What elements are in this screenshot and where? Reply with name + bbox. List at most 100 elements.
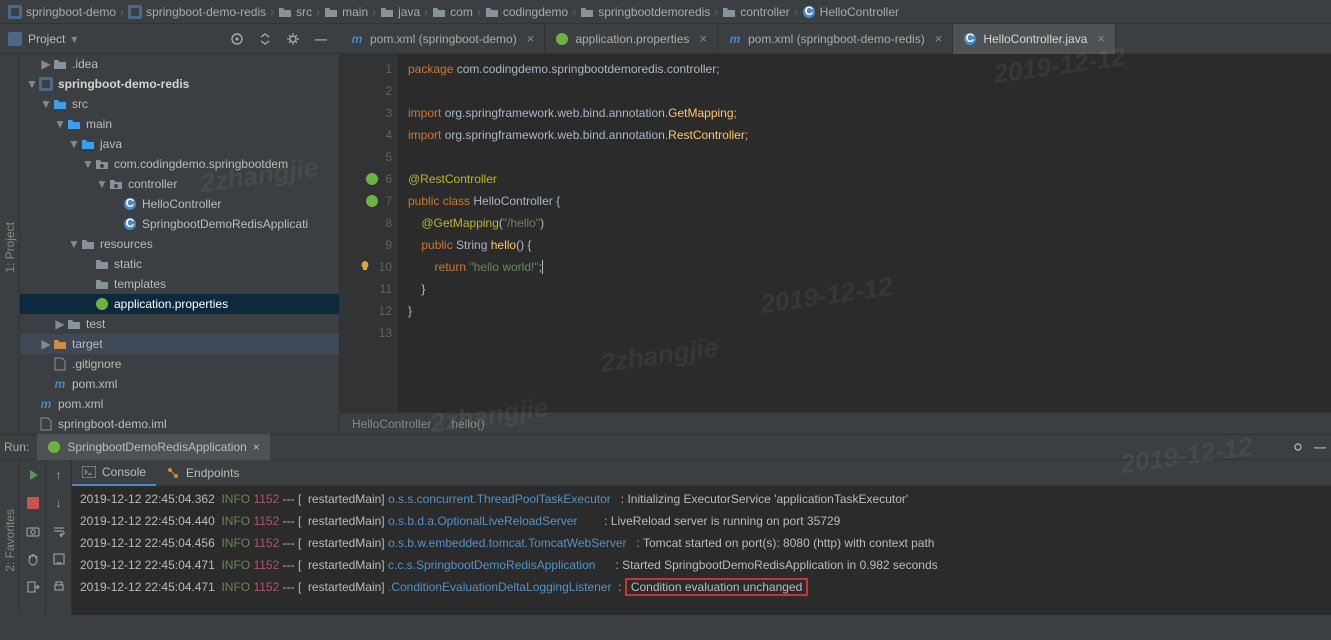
locate-icon[interactable]	[226, 28, 248, 50]
rerun-icon[interactable]	[22, 464, 44, 486]
expand-glyph[interactable]: ▼	[82, 157, 94, 171]
breadcrumb-item[interactable]: springboot-demo-redis	[128, 5, 266, 19]
breadcrumb-item[interactable]: springboot-demo	[8, 5, 116, 19]
tab-label: pom.xml (springboot-demo-redis)	[748, 32, 925, 46]
tree-item[interactable]: ▼com.codingdemo.springbootdem	[20, 154, 339, 174]
tree-item[interactable]: ▶test	[20, 314, 339, 334]
tree-item[interactable]: ▶.idea	[20, 54, 339, 74]
folder-icon	[94, 276, 110, 292]
expand-glyph[interactable]: ▼	[96, 177, 108, 191]
expand-glyph[interactable]: ▼	[68, 237, 80, 251]
bulb-icon[interactable]	[359, 260, 373, 274]
log-line: 2019-12-12 22:45:04.471 INFO 1152 --- [ …	[80, 576, 1323, 598]
wrap-icon[interactable]	[48, 520, 70, 542]
breadcrumb-item[interactable]: codingdemo	[485, 5, 568, 19]
tree-item[interactable]: CSpringbootDemoRedisApplicati	[20, 214, 339, 234]
close-icon[interactable]: ×	[699, 31, 707, 46]
down-icon[interactable]: ↓	[48, 492, 70, 514]
expand-glyph[interactable]: ▼	[40, 97, 52, 111]
folder-icon	[278, 5, 292, 19]
stop-icon[interactable]	[22, 492, 44, 514]
breadcrumb-item[interactable]: src	[278, 5, 312, 19]
tree-item[interactable]: application.properties	[20, 294, 339, 314]
tree-item[interactable]: mpom.xml	[20, 374, 339, 394]
side-tab-favorites[interactable]: 2: Favorites	[1, 503, 19, 578]
camera-icon[interactable]	[22, 520, 44, 542]
log-line: 2019-12-12 22:45:04.456 INFO 1152 --- [ …	[80, 532, 1323, 554]
editor-tab[interactable]: application.properties×	[545, 24, 718, 54]
breadcrumb-item[interactable]: java	[380, 5, 420, 19]
folder-blue-icon	[66, 116, 82, 132]
svg-text:m: m	[41, 397, 52, 411]
side-tab-project[interactable]: 1: Project	[1, 216, 19, 279]
tree-item-label: resources	[100, 237, 153, 251]
tab-endpoints[interactable]: Endpoints	[156, 460, 249, 486]
print-icon[interactable]	[48, 576, 70, 598]
svg-text:m: m	[730, 32, 741, 46]
folder-icon	[52, 56, 68, 72]
tree-item[interactable]: ▼src	[20, 94, 339, 114]
run-settings-gear-icon[interactable]	[1287, 436, 1309, 458]
editor-content[interactable]: package com.codingdemo.springbootdemored…	[398, 54, 1331, 412]
tree-item[interactable]: .gitignore	[20, 354, 339, 374]
tree-item-label: springboot-demo.iml	[58, 417, 167, 431]
gutter-annotation-icon[interactable]	[365, 194, 379, 208]
close-icon[interactable]: ×	[253, 440, 260, 454]
tree-item[interactable]: ▶target	[20, 334, 339, 354]
tree-item[interactable]: springboot-demo.iml	[20, 414, 339, 434]
expand-glyph[interactable]: ▼	[68, 137, 80, 151]
svg-text:m: m	[352, 32, 363, 46]
breadcrumb-item[interactable]: main	[324, 5, 368, 19]
project-tool-dropdown[interactable]: Project ▾	[8, 32, 220, 46]
console-output[interactable]: 2019-12-12 22:45:04.362 INFO 1152 --- [ …	[72, 486, 1331, 615]
tree-item[interactable]: ▼main	[20, 114, 339, 134]
tree-item[interactable]: ▼controller	[20, 174, 339, 194]
hide-tool-icon[interactable]: —	[310, 28, 332, 50]
up-icon[interactable]: ↑	[48, 464, 70, 486]
tree-item[interactable]: ▼ resources	[20, 234, 339, 254]
breadcrumb-item[interactable]: com	[432, 5, 473, 19]
tree-item[interactable]: templates	[20, 274, 339, 294]
close-icon[interactable]: ×	[1097, 31, 1105, 46]
folder-icon	[66, 316, 82, 332]
close-icon[interactable]: ×	[935, 31, 943, 46]
breadcrumb-item[interactable]: controller	[722, 5, 789, 19]
breadcrumb-item[interactable]: springbootdemoredis	[580, 5, 710, 19]
tab-console[interactable]: Console	[72, 460, 156, 486]
crumb-method[interactable]: hello()	[451, 417, 484, 431]
editor-gutter: 12345678910111213	[340, 54, 398, 412]
tree-item-label: SpringbootDemoRedisApplicati	[142, 217, 308, 231]
debug-icon[interactable]	[22, 548, 44, 570]
settings-gear-icon[interactable]	[282, 28, 304, 50]
project-tree[interactable]: ▶.idea▼springboot-demo-redis▼src▼main▼ja…	[20, 54, 340, 434]
expand-glyph[interactable]: ▼	[54, 117, 66, 131]
tree-item[interactable]: ▼springboot-demo-redis	[20, 74, 339, 94]
tree-item[interactable]: mpom.xml	[20, 394, 339, 414]
run-config-tab[interactable]: SpringbootDemoRedisApplication ×	[37, 434, 269, 460]
scroll-icon[interactable]	[48, 548, 70, 570]
tree-item[interactable]: ▼java	[20, 134, 339, 154]
editor-tab[interactable]: m pom.xml (springboot-demo-redis) ×	[718, 24, 953, 54]
side-tab-structure[interactable]: 2: Structure	[0, 503, 1, 577]
tree-item[interactable]: CHelloController	[20, 194, 339, 214]
spring-icon	[555, 32, 569, 46]
left-tool-strip-2: 2: Favorites 2: Structure	[0, 460, 20, 615]
tree-item[interactable]: static	[20, 254, 339, 274]
gutter-annotation-icon[interactable]	[365, 172, 379, 186]
close-icon[interactable]: ×	[527, 31, 535, 46]
expand-glyph[interactable]: ▶	[54, 317, 66, 331]
class-icon: C	[963, 32, 977, 46]
crumb-class[interactable]: HelloController	[352, 417, 431, 431]
expand-all-icon[interactable]	[254, 28, 276, 50]
breadcrumb-item[interactable]: CHelloController	[802, 5, 899, 19]
chevron-right-icon: ›	[572, 5, 576, 19]
exit-icon[interactable]	[22, 576, 44, 598]
editor-breadcrumb[interactable]: HelloController › hello()	[340, 412, 1331, 434]
editor-tab[interactable]: mpom.xml (springboot-demo)×	[340, 24, 545, 54]
expand-glyph[interactable]: ▶	[40, 337, 52, 351]
hide-run-icon[interactable]: —	[1309, 436, 1331, 458]
editor-tab[interactable]: CHelloController.java×	[953, 24, 1116, 54]
expand-glyph[interactable]: ▶	[40, 57, 52, 71]
folder-icon	[324, 5, 338, 19]
expand-glyph[interactable]: ▼	[26, 77, 38, 91]
